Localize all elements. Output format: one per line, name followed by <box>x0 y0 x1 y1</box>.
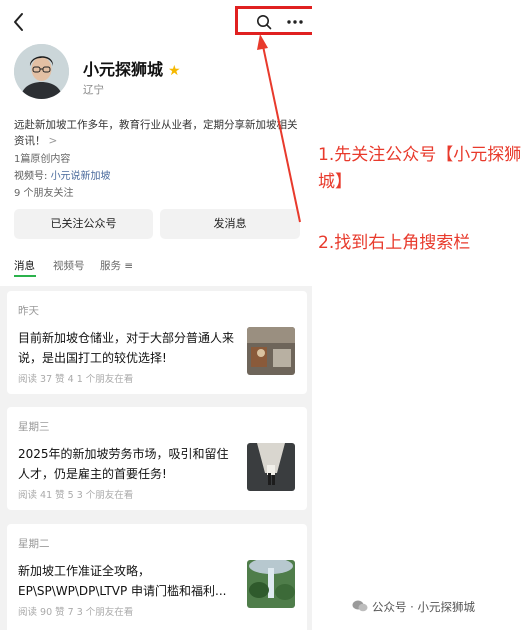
article-card[interactable]: 星期三 2025年的新加坡劳务市场，吸引和留住人才，仍是雇主的首要任务! 阅读 … <box>7 407 307 510</box>
channel-label: 视频号: <box>14 171 51 182</box>
tab-services[interactable]: 服务 ≡ <box>100 258 133 273</box>
account-location: 辽宁 <box>83 84 104 96</box>
followed-button[interactable]: 已关注公众号 <box>14 209 153 239</box>
account-name-text: 小元探狮城 <box>83 60 164 79</box>
wechat-profile-screen: 小元探狮城 ★ 辽宁 远赴新加坡工作多年，教育行业从业者，定期分享新加坡相关资讯！… <box>0 0 312 630</box>
article-thumbnail-warehouse[interactable] <box>247 327 295 375</box>
active-tab-indicator <box>14 275 36 277</box>
original-count[interactable]: 1篇原创内容 <box>14 150 70 165</box>
more-options-icon[interactable] <box>285 13 305 31</box>
friends-following[interactable]: 9 个朋友关注 <box>14 184 74 199</box>
article-title[interactable]: 2025年的新加坡劳务市场，吸引和留住人才，仍是雇主的首要任务! <box>18 444 236 484</box>
avatar[interactable] <box>14 44 69 99</box>
article-stats: 阅读 90 赞 7 3 个朋友在看 <box>18 607 134 618</box>
account-bio[interactable]: 远赴新加坡工作多年，教育行业从业者，定期分享新加坡相关资讯！ > <box>14 117 299 149</box>
channel-link[interactable]: 视频号: 小元说新加坡 <box>14 167 111 182</box>
article-date: 星期二 <box>18 538 50 550</box>
send-message-button[interactable]: 发消息 <box>160 209 300 239</box>
back-arrow-icon[interactable] <box>10 11 30 33</box>
top-actions-highlight-box <box>235 6 312 35</box>
article-date: 星期三 <box>18 421 50 433</box>
watermark-text: 公众号 · 小元探狮城 <box>372 600 475 614</box>
article-feed: 昨天 目前新加坡仓储业，对于大部分普通人来说，是出国打工的较优选择! 阅读 37… <box>0 286 312 630</box>
account-name: 小元探狮城 ★ <box>83 56 181 80</box>
tab-channels[interactable]: 视频号 <box>53 258 85 273</box>
article-date: 昨天 <box>18 305 39 317</box>
bio-expand-icon[interactable]: > <box>49 135 58 147</box>
article-thumbnail-corridor[interactable] <box>247 443 295 491</box>
tab-messages[interactable]: 消息 <box>14 258 35 273</box>
annotation-step-1: 1.先关注公众号【小元探狮城】 <box>318 145 522 192</box>
article-thumbnail-jewel[interactable] <box>247 560 295 608</box>
top-bar <box>0 0 312 44</box>
article-stats: 阅读 41 赞 5 3 个朋友在看 <box>18 490 134 501</box>
annotation-step-2: 2.找到右上角搜索栏 <box>318 233 471 253</box>
search-icon[interactable] <box>255 13 273 31</box>
article-title[interactable]: 新加坡工作准证全攻略，EP\SP\WP\DP\LTVP 申请门槛和福利... <box>18 561 236 601</box>
article-stats: 阅读 37 赞 4 1 个朋友在看 <box>18 374 134 385</box>
channel-name[interactable]: 小元说新加坡 <box>51 171 111 182</box>
article-card[interactable]: 星期二 新加坡工作准证全攻略，EP\SP\WP\DP\LTVP 申请门槛和福利.… <box>7 524 307 630</box>
watermark: 公众号 · 小元探狮城 <box>352 599 475 615</box>
verified-star-icon: ★ <box>168 63 181 79</box>
article-title[interactable]: 目前新加坡仓储业，对于大部分普通人来说，是出国打工的较优选择! <box>18 328 236 368</box>
article-card[interactable]: 昨天 目前新加坡仓储业，对于大部分普通人来说，是出国打工的较优选择! 阅读 37… <box>7 291 307 394</box>
wechat-logo-icon <box>352 600 368 612</box>
